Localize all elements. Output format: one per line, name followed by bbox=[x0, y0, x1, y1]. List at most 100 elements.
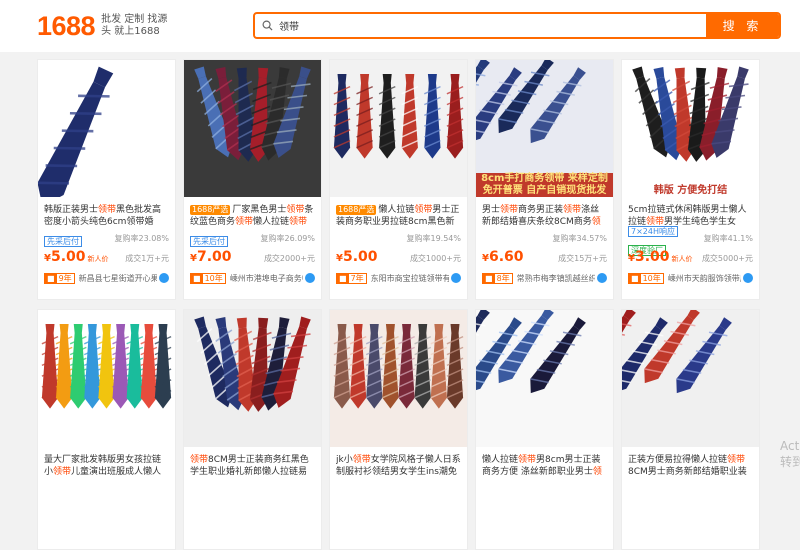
product-image[interactable] bbox=[476, 310, 613, 447]
chat-icon[interactable] bbox=[597, 273, 607, 283]
shop-row[interactable]: ■10年嵊州市港埠电子商务中心 bbox=[190, 272, 315, 284]
product-image-wrap[interactable] bbox=[184, 60, 321, 197]
product-title[interactable]: 1688严选厂家黑色男士领带条纹蓝色商务领带懒人拉链领带现货批发 bbox=[190, 204, 315, 228]
shop-years: 8年 bbox=[496, 273, 510, 283]
product-image[interactable] bbox=[622, 310, 759, 447]
product-image[interactable] bbox=[622, 60, 759, 197]
product-title[interactable]: 懒人拉链领带男8cm男士正装商务方便 涤丝新郎职业男士领带批发 bbox=[482, 454, 607, 478]
product-image-wrap[interactable] bbox=[38, 310, 175, 447]
price-row: ¥7.00 成交2000+元 bbox=[190, 249, 315, 265]
price-value: 6.60 bbox=[488, 249, 524, 265]
search-button[interactable]: 搜 索 bbox=[706, 14, 779, 37]
chat-icon[interactable] bbox=[743, 273, 753, 283]
product-image-wrap[interactable] bbox=[184, 310, 321, 447]
product-image[interactable] bbox=[184, 60, 321, 197]
product-title[interactable]: 领带8CM男士正装商务红黑色学生职业婚礼新郎懒人拉链易拉拉带 bbox=[190, 454, 315, 478]
product-image[interactable] bbox=[38, 310, 175, 447]
service-chips: 先采后付 bbox=[190, 229, 230, 248]
product-title[interactable]: jk小领带女学院风格子懒人日系制服衬衫领结男女学生ins潮免打结 bbox=[336, 454, 461, 478]
keyword-highlight: 领带 bbox=[500, 205, 519, 215]
price-row: ¥6.60 成交15万+元 bbox=[482, 249, 607, 265]
shop-years-badge: ■ 8年 bbox=[482, 272, 513, 284]
chat-icon[interactable] bbox=[305, 273, 315, 283]
product-title[interactable]: 韩版正装男士领带黑色批发高密度小箭头纯色6cm领带婚 bbox=[44, 204, 169, 228]
sales-volume: 成交1万+元 bbox=[125, 254, 169, 263]
service-chip: 先采后付 bbox=[190, 235, 228, 247]
product-price: ¥3.00 新人价 bbox=[628, 249, 693, 265]
shop-name[interactable]: 嵊州市港埠电子商务中心 bbox=[230, 273, 303, 284]
product-price: ¥6.60 bbox=[482, 249, 524, 265]
shop-badge-icon: ■ bbox=[629, 273, 641, 283]
service-row: 7×24H响应深度验厂 复购率41.1% bbox=[628, 226, 753, 256]
shop-name[interactable]: 常熟市梅李镇凯越丝织品厂 bbox=[517, 273, 595, 284]
product-image-wrap[interactable] bbox=[330, 60, 467, 197]
title-text: 厂家黑色男士 bbox=[232, 205, 287, 215]
product-card[interactable]: 正装方便易拉得懒人拉链领带 8CM男士商务新郎结婚职业装领带 bbox=[621, 309, 760, 550]
product-image-wrap[interactable]: 韩版 方便免打结 bbox=[622, 60, 759, 197]
shop-row[interactable]: ■9年新昌县七星街道开心果服饰 bbox=[44, 272, 169, 284]
price-row: ¥5.00 新人价 成交1万+元 bbox=[44, 249, 169, 265]
product-card[interactable]: 1688严选懒人拉链领带男士正装商务职业男拉链8cm黑色新郎结婚复购率19.54… bbox=[329, 59, 468, 300]
search-icon bbox=[255, 14, 279, 37]
product-image[interactable] bbox=[184, 310, 321, 447]
chat-icon[interactable] bbox=[159, 273, 169, 283]
product-image-wrap[interactable] bbox=[476, 310, 613, 447]
shop-name[interactable]: 新昌县七星街道开心果服饰 bbox=[79, 273, 157, 284]
shop-row[interactable]: ■8年常熟市梅李镇凯越丝织品厂 bbox=[482, 272, 607, 284]
shop-row[interactable]: ■ 10年 嵊州市天韵服饰领带厂 bbox=[628, 272, 753, 284]
product-card[interactable]: 量大厂家批发韩版男女孩拉链小领带儿童演出班服成人懒人拉链 bbox=[37, 309, 176, 550]
title-text: 懒人拉链 bbox=[378, 205, 415, 215]
activation-watermark: Act 转到 bbox=[780, 439, 800, 469]
product-grid: 韩版正装男士领带黑色批发高密度小箭头纯色6cm领带婚 先采后付 复购率23.08% ¥… bbox=[37, 59, 760, 550]
service-chip: 先采后付 bbox=[44, 235, 82, 247]
product-card[interactable]: 1688严选厂家黑色男士领带条纹蓝色商务领带懒人拉链领带现货批发先采后付 复购率2… bbox=[183, 59, 322, 300]
product-image-wrap[interactable] bbox=[622, 310, 759, 447]
product-card[interactable]: jk小领带女学院风格子懒人日系制服衬衫领结男女学生ins潮免打结 bbox=[329, 309, 468, 550]
product-image-wrap[interactable] bbox=[38, 60, 175, 197]
product-card[interactable]: 领带8CM男士正装商务红黑色学生职业婚礼新郎懒人拉链易拉拉带 bbox=[183, 309, 322, 550]
price-value: 3.00 bbox=[634, 249, 670, 265]
title-text: 正装方便易拉得懒人拉链 bbox=[628, 455, 728, 465]
repurchase-rate: 复购率41.1% bbox=[703, 233, 753, 243]
shop-badge-icon: ■ bbox=[483, 273, 495, 283]
service-row: 复购率19.54% bbox=[336, 232, 461, 244]
shop-years: 10年 bbox=[204, 273, 223, 283]
shop-years-badge: ■ 9年 bbox=[44, 272, 75, 284]
shop-name[interactable]: 东阳市商宝拉链领带有限公司 bbox=[371, 273, 449, 284]
product-image-wrap[interactable]: 8cm手打商务领带 来样定制 免开普票 自产自销现货批发 bbox=[476, 60, 613, 197]
product-image-wrap[interactable] bbox=[330, 310, 467, 447]
product-price: ¥7.00 bbox=[190, 249, 232, 265]
search-input[interactable] bbox=[279, 14, 706, 37]
product-title[interactable]: 1688严选懒人拉链领带男士正装商务职业男拉链8cm黑色新郎结婚 bbox=[336, 204, 461, 228]
title-text: 懒人拉链 bbox=[482, 455, 519, 465]
chat-icon[interactable] bbox=[451, 273, 461, 283]
image-promo-text: 8cm手打商务领带 来样定制 免开普票 自产自销现货批发 bbox=[476, 173, 613, 197]
shop-name[interactable]: 嵊州市天韵服饰领带厂 bbox=[668, 273, 741, 284]
site-logo[interactable]: 1688 批发 定制 找源头 就上1688 bbox=[37, 10, 171, 42]
product-card[interactable]: 懒人拉链领带男8cm男士正装商务方便 涤丝新郎职业男士领带批发 bbox=[475, 309, 614, 550]
shop-years: 10年 bbox=[642, 273, 661, 283]
shop-years-badge: ■ 10年 bbox=[628, 272, 664, 284]
product-card[interactable]: 韩版正装男士领带黑色批发高密度小箭头纯色6cm领带婚 先采后付 复购率23.08% ¥… bbox=[37, 59, 176, 300]
product-image[interactable] bbox=[330, 60, 467, 197]
shop-badge-icon: ■ bbox=[45, 273, 57, 283]
keyword-highlight: 领带 bbox=[352, 455, 371, 465]
product-image[interactable] bbox=[38, 60, 175, 197]
repurchase-rate: 复购率19.54% bbox=[406, 233, 461, 243]
price-note: 新人价 bbox=[87, 255, 109, 263]
logo-text: 1688 bbox=[37, 11, 96, 41]
product-image[interactable] bbox=[330, 310, 467, 447]
product-title[interactable]: 男士领带商务男正装领带涤丝新郎结婚喜庆条纹8CM商务领带 bbox=[482, 204, 607, 228]
title-text: 8CM男士商务新郎结婚职业装领带 bbox=[628, 467, 747, 477]
shop-row[interactable]: ■7年东阳市商宝拉链领带有限公司 bbox=[336, 272, 461, 284]
shop-badge-icon: ■ bbox=[337, 273, 349, 283]
product-card[interactable]: 韩版 方便免打结 5cm拉链式休闲韩版男士懒人拉链领带男学生纯色学生女 7×24H响… bbox=[621, 59, 760, 300]
keyword-highlight: 领带 bbox=[518, 455, 537, 465]
service-row: 复购率34.57% bbox=[482, 232, 607, 244]
shop-years-badge: ■ 10年 bbox=[190, 272, 226, 284]
product-card[interactable]: 8cm手打商务领带 来样定制 免开普票 自产自销现货批发 男士领带商务男正装领带涤… bbox=[475, 59, 614, 300]
keyword-highlight: 领带 bbox=[235, 217, 254, 227]
price-row: ¥5.00 成交1000+元 bbox=[336, 249, 461, 265]
product-title[interactable]: 正装方便易拉得懒人拉链领带 8CM男士商务新郎结婚职业装领带 bbox=[628, 454, 753, 478]
product-title[interactable]: 量大厂家批发韩版男女孩拉链小领带儿童演出班服成人懒人拉链 bbox=[44, 454, 169, 478]
